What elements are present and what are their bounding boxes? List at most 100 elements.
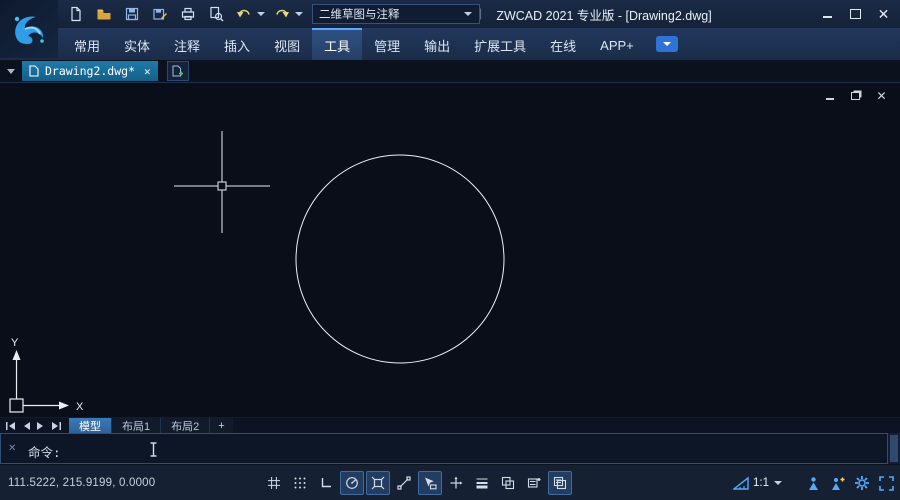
auto-annotation-icon[interactable] bbox=[830, 476, 845, 491]
scrollbar-thumb[interactable] bbox=[890, 435, 898, 462]
fullscreen-icon[interactable] bbox=[879, 476, 894, 491]
plot-preview-button[interactable] bbox=[204, 3, 228, 25]
maximize-button[interactable] bbox=[847, 5, 864, 22]
plus-icon: + bbox=[218, 420, 224, 432]
save-as-button[interactable] bbox=[148, 3, 172, 25]
grid-display-toggle[interactable] bbox=[262, 471, 286, 495]
save-button[interactable] bbox=[120, 3, 144, 25]
tab-label: 布局2 bbox=[171, 418, 199, 434]
first-layout-icon[interactable] bbox=[6, 422, 16, 430]
snap-mode-toggle[interactable] bbox=[288, 471, 312, 495]
workspace-selector[interactable]: 二维草图与注释 bbox=[312, 4, 480, 24]
ribbon-tab-manage[interactable]: 管理 bbox=[362, 28, 412, 60]
undo-button[interactable] bbox=[232, 3, 256, 25]
new-file-icon bbox=[68, 6, 84, 22]
ortho-mode-toggle[interactable] bbox=[314, 471, 338, 495]
ribbon-tab-solid[interactable]: 实体 bbox=[112, 28, 162, 60]
ribbon-tab-online[interactable]: 在线 bbox=[538, 28, 588, 60]
titlebar: 二维草图与注释 | ZWCAD 2021 专业版 - [Drawing2.dwg… bbox=[0, 0, 900, 28]
status-right-tools: 1:1 bbox=[733, 465, 894, 500]
ribbon-tab-annotate[interactable]: 注释 bbox=[162, 28, 212, 60]
doc-restore-button[interactable] bbox=[849, 89, 862, 102]
open-folder-icon bbox=[96, 6, 112, 22]
tab-label: 注释 bbox=[174, 36, 200, 55]
tab-label: 插入 bbox=[224, 36, 250, 55]
dynamic-ucs-toggle[interactable] bbox=[444, 471, 468, 495]
quick-properties-toggle[interactable] bbox=[522, 471, 546, 495]
ribbon-tab-output[interactable]: 输出 bbox=[412, 28, 462, 60]
window-controls: ✕ bbox=[819, 5, 892, 22]
add-layout-button[interactable]: + bbox=[210, 418, 232, 434]
command-scrollbar[interactable] bbox=[888, 433, 900, 464]
dynamic-input-icon bbox=[423, 476, 437, 490]
new-file-button[interactable] bbox=[64, 3, 88, 25]
ribbon-tab-express[interactable]: 扩展工具 bbox=[462, 28, 538, 60]
ribbon-overflow-button[interactable] bbox=[656, 36, 678, 52]
ribbon-tab-app-plus[interactable]: APP+ bbox=[588, 28, 646, 60]
status-toggles bbox=[262, 471, 572, 495]
polar-tracking-toggle[interactable] bbox=[340, 471, 364, 495]
redo-button[interactable] bbox=[270, 3, 294, 25]
ribbon-tab-view[interactable]: 视图 bbox=[262, 28, 312, 60]
new-document-tab-button[interactable] bbox=[167, 61, 189, 81]
workspace-value: 二维草图与注释 bbox=[319, 6, 463, 22]
quick-access-toolbar bbox=[64, 3, 332, 25]
ortho-icon bbox=[319, 476, 333, 490]
ribbon-tab-home[interactable]: 常用 bbox=[62, 28, 112, 60]
tab-label: 在线 bbox=[550, 36, 576, 55]
object-snap-tracking-icon bbox=[397, 476, 411, 490]
doc-minimize-button[interactable] bbox=[823, 89, 836, 102]
layout-tab-layout1[interactable]: 布局1 bbox=[112, 418, 161, 434]
next-layout-icon[interactable] bbox=[37, 422, 44, 430]
doc-list-caret-icon[interactable] bbox=[7, 69, 15, 74]
undo-menu-caret[interactable] bbox=[257, 12, 265, 16]
tab-label: 工具 bbox=[324, 36, 350, 55]
tab-label: 管理 bbox=[374, 36, 400, 55]
document-tab[interactable]: Drawing2.dwg* ✕ bbox=[22, 61, 158, 81]
drawing-area[interactable]: ✕ Y X bbox=[0, 82, 900, 418]
object-snap-tracking-toggle[interactable] bbox=[392, 471, 416, 495]
command-line[interactable]: ✕ 命令: bbox=[0, 433, 888, 464]
save-icon bbox=[124, 6, 140, 22]
doc-close-button[interactable]: ✕ bbox=[875, 89, 888, 102]
close-button[interactable]: ✕ bbox=[875, 5, 892, 22]
minimize-button[interactable] bbox=[819, 5, 836, 22]
transparency-display-toggle[interactable] bbox=[496, 471, 520, 495]
command-close-icon[interactable]: ✕ bbox=[8, 443, 16, 454]
document-close-icon[interactable]: ✕ bbox=[144, 65, 151, 78]
open-file-button[interactable] bbox=[92, 3, 116, 25]
plus-file-icon bbox=[171, 65, 184, 78]
layout-tab-layout2[interactable]: 布局2 bbox=[161, 418, 210, 434]
drawn-circle[interactable] bbox=[296, 155, 504, 363]
layout-tab-model[interactable]: 模型 bbox=[69, 418, 112, 434]
text-cursor bbox=[149, 442, 158, 457]
title-separator: | bbox=[479, 6, 482, 20]
object-snap-icon bbox=[371, 476, 385, 490]
annotation-scale-control[interactable]: 1:1 bbox=[733, 476, 783, 490]
settings-gear-icon[interactable] bbox=[854, 475, 870, 491]
dynamic-ucs-icon bbox=[449, 476, 463, 490]
snap-grid-icon bbox=[293, 476, 307, 490]
last-layout-icon[interactable] bbox=[51, 422, 61, 430]
prev-layout-icon[interactable] bbox=[23, 422, 30, 430]
lineweight-display-toggle[interactable] bbox=[470, 471, 494, 495]
ribbon-tab-insert[interactable]: 插入 bbox=[212, 28, 262, 60]
ucs-y-label: Y bbox=[11, 337, 19, 349]
dynamic-input-toggle[interactable] bbox=[418, 471, 442, 495]
status-bar: 111.5222, 215.9199, 0.0000 bbox=[0, 464, 900, 500]
tab-label: 输出 bbox=[424, 36, 450, 55]
plot-button[interactable] bbox=[176, 3, 200, 25]
grid-icon bbox=[267, 476, 281, 490]
tab-label: 实体 bbox=[124, 36, 150, 55]
annotation-visibility-icon[interactable] bbox=[806, 476, 821, 491]
object-snap-toggle[interactable] bbox=[366, 471, 390, 495]
crosshair-cursor bbox=[174, 131, 270, 233]
selection-cycling-toggle[interactable] bbox=[548, 471, 572, 495]
chevron-down-icon bbox=[663, 42, 671, 46]
redo-menu-caret[interactable] bbox=[295, 12, 303, 16]
layout-tab-bar: 模型 布局1 布局2 + bbox=[0, 417, 900, 434]
ribbon-tab-tools[interactable]: 工具 bbox=[312, 28, 362, 60]
transparency-icon bbox=[501, 476, 515, 490]
ucs-icon: Y X bbox=[10, 337, 84, 413]
chevron-down-icon bbox=[774, 481, 782, 485]
